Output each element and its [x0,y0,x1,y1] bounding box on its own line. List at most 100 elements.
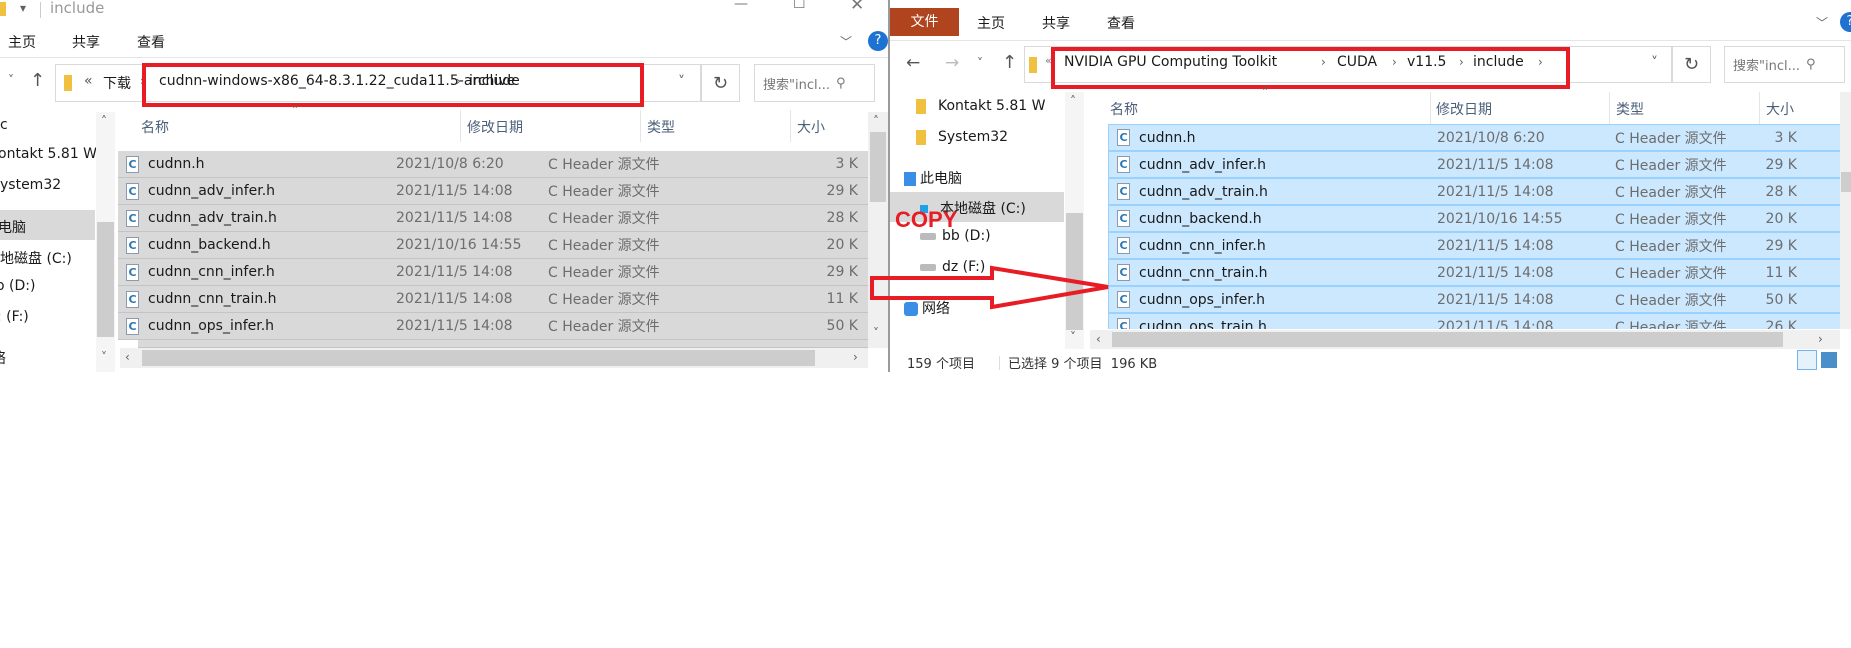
tab-home[interactable]: 主页 [8,32,36,52]
nav-item-this-pc[interactable]: 电脑 [0,217,26,237]
file-row[interactable]: C cudnn_cnn_infer.h 2021/11/5 14:08 C He… [1108,232,1840,259]
details-view-button[interactable] [1797,350,1817,370]
scroll-right-icon[interactable]: › [1818,332,1823,346]
file-row[interactable]: C cudnn_adv_train.h 2021/11/5 14:08 C He… [1108,178,1840,205]
file-name: cudnn_ops_infer.h [1139,291,1266,308]
folder-icon [64,75,72,91]
file-row[interactable]: C cudnn_adv_infer.h 2021/11/5 14:08 C He… [118,178,868,205]
file-row[interactable]: C cudnn.h 2021/10/8 6:20 C Header 源文件 3 … [1108,124,1840,151]
scroll-down-icon[interactable]: ˅ [101,350,107,364]
file-name: cudnn_backend.h [1139,210,1262,227]
file-date: 2021/11/5 14:08 [1437,183,1554,200]
c-header-file-icon: C [1117,183,1130,200]
file-name: cudnn_adv_train.h [1139,183,1268,200]
nav-item-f-drive[interactable]: : (F:) [0,309,29,325]
file-size: 26 K [1765,318,1797,330]
scroll-right-icon[interactable]: › [853,350,858,364]
horizontal-scroll-thumb[interactable] [1112,332,1783,347]
file-row[interactable]: C cudnn_adv_infer.h 2021/11/5 14:08 C He… [1108,151,1840,178]
nav-item[interactable]: c [0,117,8,133]
nav-item-c-drive[interactable]: 地磁盘 (C:) [0,248,72,268]
nav-item[interactable]: ontakt 5.81 W [0,146,97,162]
file-row[interactable]: C cudnn_cnn_infer.h 2021/11/5 14:08 C He… [118,259,868,286]
scroll-down-icon[interactable]: ˅ [873,326,879,340]
column-divider[interactable] [460,110,461,142]
nav-item-d-drive[interactable]: o (D:) [0,278,35,294]
file-date: 2021/10/8 6:20 [1437,129,1545,146]
sort-ascending-icon: ˄ [292,104,298,118]
file-type: C Header 源文件 [1615,211,1727,228]
minimize-button[interactable]: — [734,0,748,12]
breadcrumb-downloads[interactable]: 下载 [103,73,131,93]
close-button[interactable]: ✕ [850,0,864,15]
file-row[interactable]: C cudnn_adv_train.h 2021/11/5 14:08 C He… [118,205,868,232]
column-header-name[interactable]: 名称 [141,117,169,137]
copy-arrow [870,265,1109,310]
column-divider[interactable] [640,110,641,142]
file-date: 2021/11/5 14:08 [1437,291,1554,308]
file-type: C Header 源文件 [548,157,660,173]
help-icon[interactable]: ? [1840,12,1851,32]
file-list-vertical-scrollbar[interactable] [1840,92,1851,329]
up-arrow-icon[interactable]: ↑ [30,70,45,91]
scroll-up-icon[interactable]: ˄ [101,114,107,128]
nav-item[interactable]: ystem32 [0,177,61,193]
file-date: 2021/11/5 14:08 [1437,318,1554,330]
vertical-scroll-thumb[interactable] [1841,172,1851,192]
file-date: 2021/11/5 14:08 [1437,156,1554,173]
nav-scroll-thumb[interactable] [97,222,114,337]
nav-scrollbar[interactable]: ˄ ˅ [96,112,115,372]
scroll-left-icon[interactable]: ‹ [1096,332,1101,346]
file-date: 2021/11/5 14:08 [1437,264,1554,281]
file-list-horizontal-scrollbar[interactable]: ‹ › [120,348,868,368]
file-type: C Header 源文件 [1615,265,1727,282]
maximize-button[interactable]: ☐ [793,0,806,12]
breadcrumb-overflow[interactable]: « [84,73,93,89]
scroll-up-icon[interactable]: ˄ [873,114,879,128]
help-icon[interactable]: ? [868,31,888,51]
ribbon-expand-chevron-icon[interactable]: ﹀ [840,33,852,50]
file-row[interactable]: C cudnn_backend.h 2021/10/16 14:55 C Hea… [118,232,868,259]
tab-share[interactable]: 共享 [72,32,100,52]
file-date: 2021/11/5 14:08 [396,291,513,307]
file-row[interactable]: C cudnn_ops_infer.h 2021/11/5 14:08 C He… [118,313,868,340]
column-header-type[interactable]: 类型 [647,117,675,137]
status-selection: 已选择 9 个项目 196 KB [1008,357,1158,372]
horizontal-scroll-thumb[interactable] [142,350,815,366]
file-date: 2021/10/8 6:20 [396,156,504,172]
file-size: 20 K [1765,210,1797,227]
address-dropdown-icon[interactable]: ˅ [678,74,685,90]
file-type: C Header 源文件 [1615,319,1727,330]
status-divider [999,356,1000,370]
file-row[interactable]: C cudnn_ops_infer.h 2021/11/5 14:08 C He… [1108,286,1840,313]
recent-locations-chevron-icon[interactable]: ˅ [8,73,14,87]
file-list-horizontal-scrollbar[interactable]: ‹ › [1090,330,1840,349]
file-name: cudnn_ops_train.h [1139,318,1267,330]
refresh-button[interactable]: ↻ [701,64,740,102]
arrow-shape [870,265,1109,310]
quick-access-dropdown[interactable]: ▾ [20,1,26,15]
nav-item-network[interactable]: 络 [0,348,6,368]
large-icons-view-button[interactable] [1821,352,1837,368]
ribbon-divider [0,57,888,58]
scroll-left-icon[interactable]: ‹ [125,350,130,364]
file-row[interactable]: C cudnn_backend.h 2021/10/16 14:55 C Hea… [1108,205,1840,232]
column-header-date[interactable]: 修改日期 [467,117,523,137]
c-header-file-icon: C [126,182,139,200]
file-size: 29 K [826,264,858,280]
scroll-down-icon[interactable]: ˅ [1070,330,1076,344]
vertical-scroll-thumb[interactable] [870,132,886,202]
file-size: 20 K [826,237,858,253]
search-input[interactable]: 搜索"incl... ⚲ [754,64,875,102]
file-name: cudnn_backend.h [148,237,271,253]
file-type: C Header 源文件 [548,292,660,308]
c-header-file-icon: C [126,317,139,335]
tab-view[interactable]: 查看 [137,32,165,52]
file-row[interactable]: C cudnn_cnn_train.h 2021/11/5 14:08 C He… [1108,259,1840,286]
file-row[interactable]: C cudnn_cnn_train.h 2021/11/5 14:08 C He… [118,286,868,313]
column-header-size[interactable]: 大小 [797,117,825,137]
file-row[interactable]: C cudnn_ops_train.h 2021/11/5 14:08 C He… [1108,313,1840,329]
column-divider[interactable] [790,110,791,142]
file-row-partial[interactable] [138,340,868,348]
file-row[interactable]: C cudnn.h 2021/10/8 6:20 C Header 源文件 3 … [118,151,868,178]
